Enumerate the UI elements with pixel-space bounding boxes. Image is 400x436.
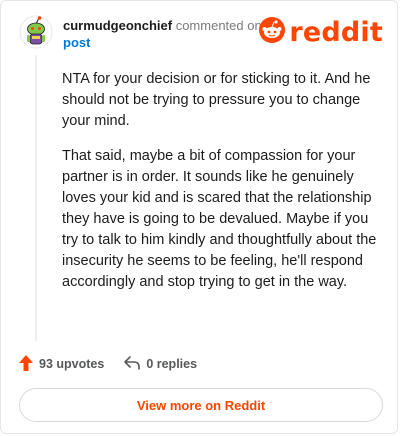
snoo-avatar-icon[interactable] — [19, 15, 53, 49]
view-more-button[interactable]: View more on Reddit — [19, 388, 383, 422]
comment-body: NTA for your decision or for sticking to… — [62, 69, 380, 307]
comment-author-link[interactable]: curmudgeonchief — [63, 18, 172, 33]
reddit-logo-link[interactable]: reddit — [259, 16, 383, 48]
reply-arrow-icon — [124, 355, 141, 373]
thread-line — [35, 55, 37, 341]
upvotes-count: 93 upvotes — [39, 357, 105, 371]
reddit-wordmark: reddit — [289, 16, 383, 48]
comment-paragraph: That said, maybe a bit of compassion for… — [62, 148, 377, 290]
comment-paragraph: NTA for your decision or for sticking to… — [62, 71, 371, 129]
replies-count: 0 replies — [146, 357, 198, 371]
snoo-icon — [259, 16, 286, 48]
upvote-button[interactable]: 93 upvotes — [19, 354, 105, 374]
comment-header: curmudgeonchief commented on post reddit — [19, 15, 383, 55]
replies-button[interactable]: 0 replies — [124, 355, 198, 373]
post-link[interactable]: post — [63, 34, 283, 51]
comment-footer: 93 upvotes 0 replies — [19, 353, 197, 375]
upvote-arrow-icon — [19, 354, 33, 374]
comment-meta: curmudgeonchief commented on post — [63, 17, 283, 51]
comment-action-text: commented on — [175, 18, 262, 33]
comment-embed-card: curmudgeonchief commented on post reddit — [0, 0, 398, 434]
